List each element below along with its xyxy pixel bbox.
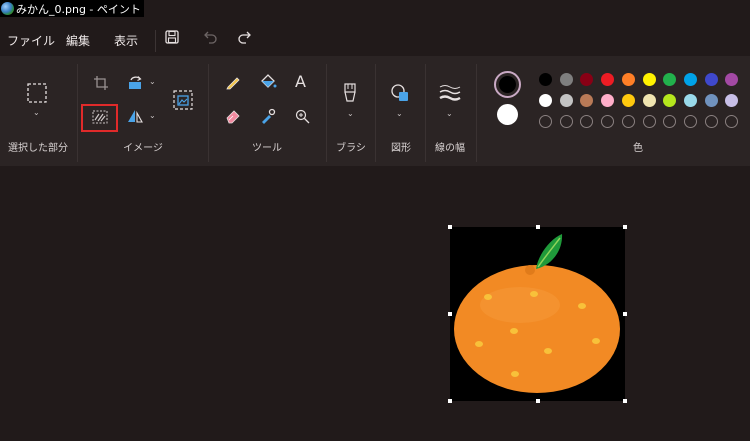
primary-color[interactable]	[494, 71, 521, 98]
resize-handle-top[interactable]	[536, 225, 540, 229]
redo-icon[interactable]	[236, 29, 252, 45]
custom-color-slot[interactable]	[539, 115, 552, 128]
color-swatch[interactable]	[683, 94, 697, 107]
rotate-icon[interactable]	[127, 75, 144, 91]
canvas-area[interactable]	[0, 166, 750, 441]
group-divider	[326, 64, 327, 162]
image-canvas[interactable]	[450, 227, 625, 401]
color-swatch[interactable]	[559, 94, 573, 107]
color-swatch[interactable]	[725, 94, 739, 107]
shapes-icon[interactable]	[390, 83, 410, 103]
pencil-icon[interactable]	[225, 74, 241, 90]
shapes-chevron-down-icon[interactable]: ⌄	[396, 109, 403, 118]
custom-color-slot[interactable]	[663, 115, 677, 128]
group-label-line-width: 線の幅	[435, 143, 465, 154]
color-swatch[interactable]	[704, 94, 718, 107]
menu-edit[interactable]: 編集	[66, 32, 90, 49]
menu-divider	[155, 30, 156, 52]
color-swatch[interactable]	[539, 94, 552, 107]
color-swatch[interactable]	[580, 94, 594, 107]
color-swatch[interactable]	[539, 73, 552, 86]
transparent-select-icon[interactable]	[92, 110, 108, 124]
group-label-image: イメージ	[123, 143, 163, 154]
custom-color-slot[interactable]	[601, 115, 615, 128]
resize-handle-bottom-left[interactable]	[448, 399, 452, 403]
color-swatch[interactable]	[642, 73, 656, 86]
group-label-selection: 選択した部分	[8, 143, 68, 154]
menu-bar: ファイル 編集 表示	[0, 22, 750, 56]
color-picker-icon[interactable]	[260, 108, 276, 124]
custom-color-slot[interactable]	[559, 115, 573, 128]
color-swatch[interactable]	[601, 94, 615, 107]
menu-view[interactable]: 表示	[114, 32, 138, 49]
group-divider	[375, 64, 376, 162]
resize-handle-bottom[interactable]	[536, 399, 540, 403]
group-label-colors: 色	[633, 143, 643, 154]
line-width-icon[interactable]	[439, 84, 461, 102]
group-divider	[77, 64, 78, 162]
group-divider	[208, 64, 209, 162]
resize-icon[interactable]	[173, 90, 193, 110]
resize-handle-bottom-right[interactable]	[623, 399, 627, 403]
flip-chevron-down-icon[interactable]: ⌄	[149, 111, 156, 120]
custom-color-slot[interactable]	[704, 115, 718, 128]
custom-color-slot[interactable]	[580, 115, 594, 128]
resize-handle-right[interactable]	[623, 312, 627, 316]
resize-handle-left[interactable]	[448, 312, 452, 316]
rotate-chevron-down-icon[interactable]: ⌄	[149, 77, 156, 86]
group-label-shapes: 図形	[391, 143, 411, 154]
group-divider	[425, 64, 426, 162]
paint-app-icon	[1, 2, 14, 15]
title-bar: みかん_0.png - ペイント	[0, 0, 750, 22]
resize-handle-top-right[interactable]	[623, 225, 627, 229]
resize-handle-top-left[interactable]	[448, 225, 452, 229]
brush-chevron-down-icon[interactable]: ⌄	[347, 109, 354, 118]
secondary-color[interactable]	[497, 104, 518, 125]
color-swatch[interactable]	[580, 73, 594, 86]
group-divider	[476, 64, 477, 162]
undo-icon[interactable]	[203, 29, 219, 45]
color-swatch[interactable]	[559, 73, 573, 86]
custom-color-slot[interactable]	[683, 115, 697, 128]
brush-icon[interactable]	[342, 83, 358, 103]
title-chip: みかん_0.png - ペイント	[0, 0, 144, 17]
color-swatch[interactable]	[642, 94, 656, 107]
ribbon: ⌄ 選択した部分 ⌄ ⌄ イメージ A ツール ⌄ ブラシ ⌄ 図形 ⌄ 線の幅…	[0, 56, 750, 166]
custom-color-slot[interactable]	[621, 115, 635, 128]
line-width-chevron-down-icon[interactable]: ⌄	[446, 109, 453, 118]
mandarin-orange-illustration	[454, 234, 620, 393]
menu-file[interactable]: ファイル	[7, 32, 55, 49]
fill-icon[interactable]	[259, 73, 277, 91]
color-swatch[interactable]	[704, 73, 718, 86]
group-label-tools: ツール	[252, 143, 282, 154]
custom-color-slot[interactable]	[642, 115, 656, 128]
color-swatch[interactable]	[663, 94, 677, 107]
rect-select-icon[interactable]	[27, 83, 47, 103]
flip-icon[interactable]	[127, 109, 143, 123]
color-swatch[interactable]	[725, 73, 739, 86]
magnifier-icon[interactable]	[295, 109, 310, 124]
text-icon[interactable]: A	[295, 72, 306, 91]
color-swatch[interactable]	[621, 73, 635, 86]
window-title: みかん_0.png - ペイント	[16, 2, 141, 16]
primary-color-fill	[499, 76, 516, 93]
eraser-icon[interactable]	[225, 108, 242, 124]
color-swatch[interactable]	[601, 73, 615, 86]
color-swatch[interactable]	[683, 73, 697, 86]
select-chevron-down-icon[interactable]: ⌄	[33, 108, 40, 117]
save-icon[interactable]	[164, 29, 180, 45]
crop-icon[interactable]	[93, 75, 109, 91]
group-label-brush: ブラシ	[336, 143, 366, 154]
color-swatch[interactable]	[663, 73, 677, 86]
color-swatch[interactable]	[621, 94, 635, 107]
custom-color-slot[interactable]	[725, 115, 739, 128]
